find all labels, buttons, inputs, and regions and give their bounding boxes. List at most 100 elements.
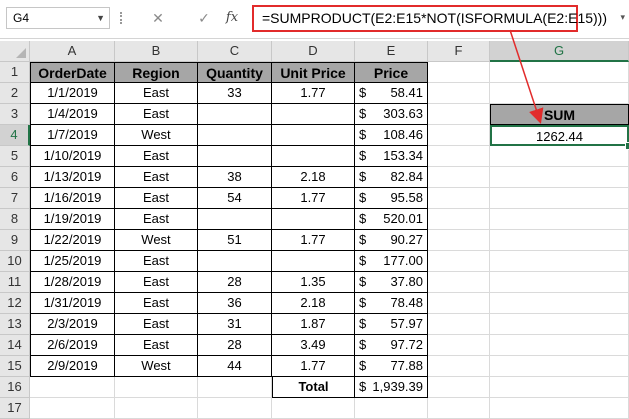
cell[interactable] [490, 83, 629, 104]
unit-price-cell[interactable]: 1.77 [272, 356, 355, 377]
order-date-cell[interactable]: 2/3/2019 [30, 314, 115, 335]
cell[interactable] [490, 335, 629, 356]
price-cell[interactable]: $37.80 [355, 272, 428, 293]
quantity-cell[interactable]: 28 [198, 272, 272, 293]
cell[interactable] [428, 125, 490, 146]
price-cell[interactable]: $95.58 [355, 188, 428, 209]
order-date-cell[interactable]: 1/19/2019 [30, 209, 115, 230]
row-header-5[interactable]: 5 [0, 146, 30, 167]
unit-price-cell[interactable]: 3.49 [272, 335, 355, 356]
sum-header-cell[interactable]: SUM [490, 104, 629, 125]
region-cell[interactable]: West [115, 356, 198, 377]
quantity-cell[interactable] [198, 104, 272, 125]
cell[interactable] [490, 62, 629, 83]
region-cell[interactable]: East [115, 251, 198, 272]
quantity-cell[interactable]: 38 [198, 167, 272, 188]
cell[interactable] [490, 251, 629, 272]
price-cell[interactable]: $57.97 [355, 314, 428, 335]
unit-price-cell[interactable]: 2.18 [272, 167, 355, 188]
price-cell[interactable]: $78.48 [355, 293, 428, 314]
price-cell[interactable]: $77.88 [355, 356, 428, 377]
price-cell[interactable]: $90.27 [355, 230, 428, 251]
unit-price-cell[interactable] [272, 125, 355, 146]
cell[interactable] [30, 377, 115, 398]
row-header-12[interactable]: 12 [0, 293, 30, 314]
unit-price-cell[interactable]: 2.18 [272, 293, 355, 314]
order-date-cell[interactable]: 2/9/2019 [30, 356, 115, 377]
cell[interactable] [428, 83, 490, 104]
row-header-15[interactable]: 15 [0, 356, 30, 377]
cell[interactable] [115, 398, 198, 419]
row-header-4[interactable]: 4 [0, 125, 30, 146]
price-cell[interactable]: $153.34 [355, 146, 428, 167]
quantity-cell[interactable]: 36 [198, 293, 272, 314]
row-header-9[interactable]: 9 [0, 230, 30, 251]
order-date-cell[interactable]: 1/22/2019 [30, 230, 115, 251]
region-cell[interactable]: East [115, 83, 198, 104]
fill-handle[interactable] [625, 142, 629, 150]
cell[interactable] [490, 398, 629, 419]
row-header-6[interactable]: 6 [0, 167, 30, 188]
cell[interactable] [355, 398, 428, 419]
cell[interactable] [428, 251, 490, 272]
cell[interactable] [428, 314, 490, 335]
row-header-1[interactable]: 1 [0, 62, 30, 83]
row-header-16[interactable]: 16 [0, 377, 30, 398]
region-cell[interactable]: East [115, 146, 198, 167]
row-header-13[interactable]: 13 [0, 314, 30, 335]
order-date-cell[interactable]: 1/25/2019 [30, 251, 115, 272]
price-cell[interactable]: $177.00 [355, 251, 428, 272]
price-cell[interactable]: $97.72 [355, 335, 428, 356]
region-cell[interactable]: East [115, 272, 198, 293]
cell[interactable] [490, 293, 629, 314]
enter-icon[interactable]: ✓ [192, 8, 216, 28]
quantity-cell[interactable] [198, 251, 272, 272]
unit-price-cell[interactable]: 1.77 [272, 83, 355, 104]
cell[interactable] [490, 209, 629, 230]
total-label-cell[interactable]: Total [272, 377, 355, 398]
unit-price-cell[interactable] [272, 146, 355, 167]
order-date-cell[interactable]: 1/16/2019 [30, 188, 115, 209]
price-cell[interactable]: $303.63 [355, 104, 428, 125]
order-date-cell[interactable]: 1/7/2019 [30, 125, 115, 146]
cell[interactable] [490, 377, 629, 398]
region-cell[interactable]: East [115, 188, 198, 209]
quantity-cell[interactable]: 33 [198, 83, 272, 104]
cell[interactable] [428, 146, 490, 167]
expand-formula-bar-icon[interactable]: ▾ [620, 12, 625, 23]
cell[interactable] [428, 356, 490, 377]
row-header-7[interactable]: 7 [0, 188, 30, 209]
cell[interactable] [428, 188, 490, 209]
quantity-cell[interactable] [198, 125, 272, 146]
order-date-cell[interactable]: 1/13/2019 [30, 167, 115, 188]
order-date-cell[interactable]: 1/28/2019 [30, 272, 115, 293]
row-header-2[interactable]: 2 [0, 83, 30, 104]
region-cell[interactable]: West [115, 125, 198, 146]
unit-price-cell[interactable]: 1.35 [272, 272, 355, 293]
row-header-17[interactable]: 17 [0, 398, 30, 419]
cell[interactable] [30, 398, 115, 419]
table-header-cell[interactable]: Price [355, 62, 428, 83]
table-header-cell[interactable]: Region [115, 62, 198, 83]
cell[interactable] [490, 167, 629, 188]
order-date-cell[interactable]: 1/10/2019 [30, 146, 115, 167]
order-date-cell[interactable]: 1/4/2019 [30, 104, 115, 125]
region-cell[interactable]: East [115, 335, 198, 356]
cell[interactable] [272, 398, 355, 419]
unit-price-cell[interactable]: 1.77 [272, 188, 355, 209]
cell[interactable] [428, 398, 490, 419]
order-date-cell[interactable]: 1/1/2019 [30, 83, 115, 104]
order-date-cell[interactable]: 1/31/2019 [30, 293, 115, 314]
cell[interactable] [428, 377, 490, 398]
quantity-cell[interactable]: 31 [198, 314, 272, 335]
cell[interactable] [490, 230, 629, 251]
column-header-a[interactable]: A [30, 41, 115, 62]
cell[interactable] [490, 188, 629, 209]
row-header-10[interactable]: 10 [0, 251, 30, 272]
cancel-icon[interactable]: ✕ [146, 8, 170, 28]
cell[interactable] [490, 356, 629, 377]
price-cell[interactable]: $520.01 [355, 209, 428, 230]
insert-function-icon[interactable]: fx [220, 8, 244, 28]
cell[interactable] [428, 104, 490, 125]
price-cell[interactable]: $58.41 [355, 83, 428, 104]
